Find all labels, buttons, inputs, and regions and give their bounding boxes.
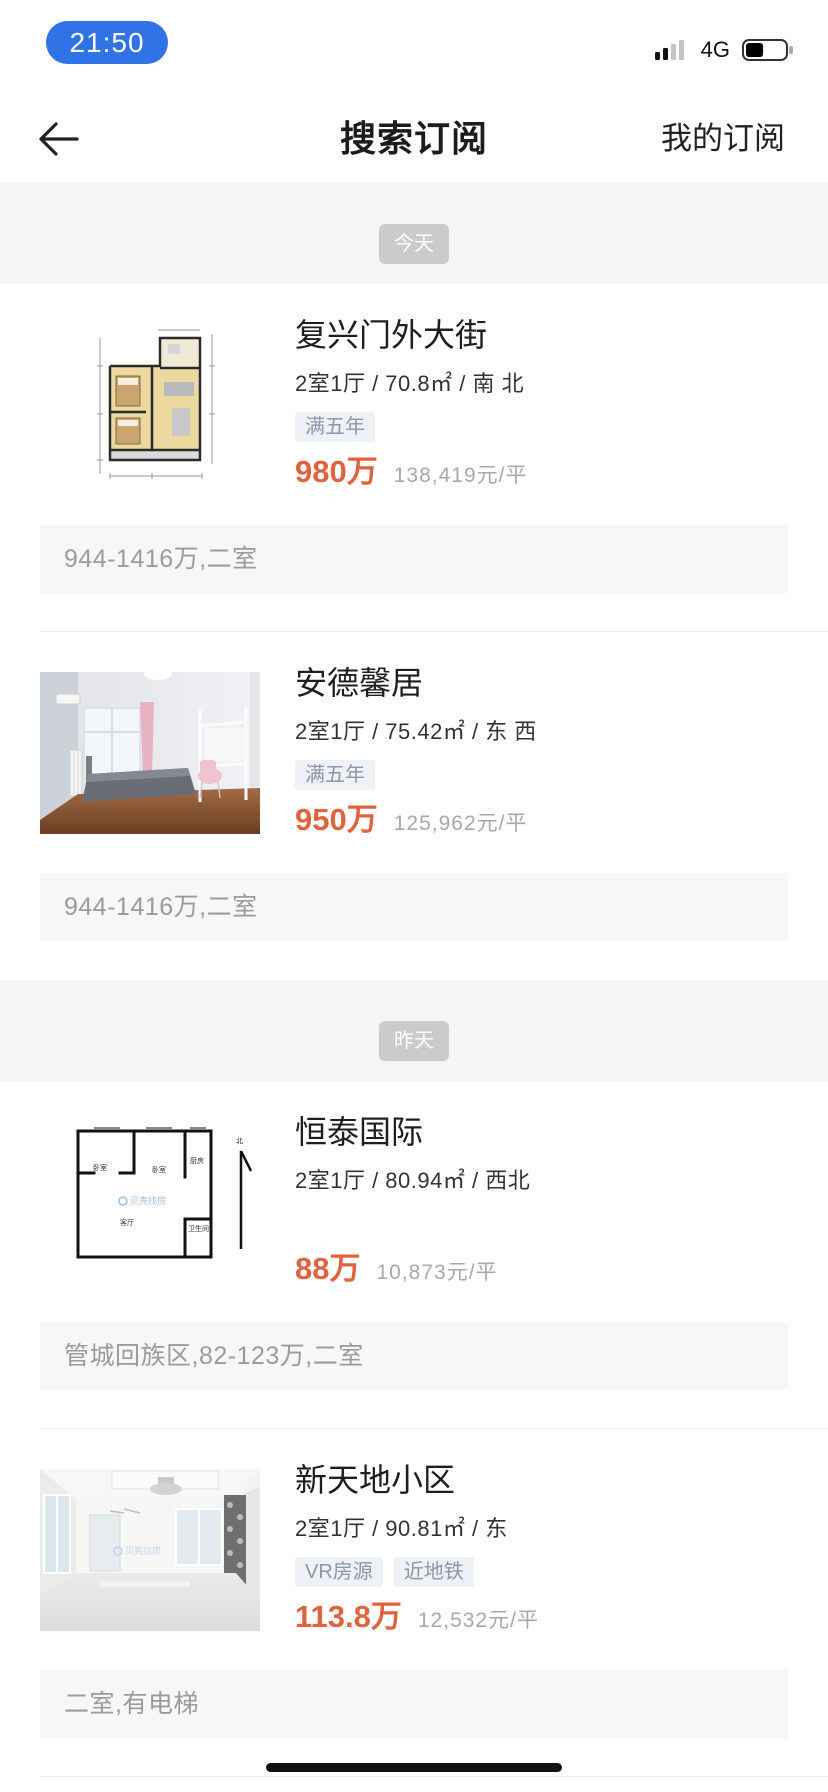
listing-unit-price: 138,419元/平 bbox=[393, 464, 528, 487]
listing-details: 2室1厅 / 80.94㎡ / 西北 bbox=[295, 1168, 531, 1193]
listing-unit-price: 10,873元/平 bbox=[376, 1261, 498, 1284]
listing-total-price: 88万 bbox=[295, 1251, 361, 1286]
date-section-header: 今天 bbox=[0, 183, 828, 284]
floor-plan-label: 卧室 bbox=[152, 1165, 166, 1174]
listing-thumbnail: 贝壳找房 bbox=[40, 1469, 260, 1631]
living-room-photo: 贝壳找房 bbox=[40, 1469, 260, 1631]
subscription-criteria: 944-1416万,二室 bbox=[40, 873, 788, 941]
floor-plan-label: 客厅 bbox=[120, 1218, 134, 1227]
date-section-header: 昨天 bbox=[0, 980, 828, 1081]
back-arrow-icon bbox=[36, 119, 84, 159]
listing-tag: 近地铁 bbox=[393, 1557, 474, 1587]
listing-details: 2室1厅 / 90.81㎡ / 东 bbox=[295, 1516, 508, 1541]
date-badge: 今天 bbox=[379, 224, 449, 264]
listing-tags: 满五年 bbox=[295, 760, 386, 790]
my-subscriptions-link[interactable]: 我的订阅 bbox=[661, 90, 785, 183]
listing-total-price: 980万 bbox=[295, 454, 378, 489]
listing-thumbnail bbox=[40, 324, 260, 486]
battery-icon bbox=[742, 39, 794, 61]
floor-plan-image bbox=[40, 324, 260, 486]
listing-tag: VR房源 bbox=[295, 1557, 383, 1587]
floor-plan-label: 卫生间 bbox=[188, 1224, 209, 1233]
signal-icon bbox=[654, 38, 687, 62]
listing-tag: 满五年 bbox=[295, 760, 375, 790]
watermark-text: 贝壳找房 bbox=[125, 1545, 161, 1557]
listing-card[interactable]: 复兴门外大街 2室1厅 / 70.8㎡ / 南 北 满五年 980万 138,4… bbox=[0, 284, 828, 632]
listing-thumbnail: 卧室 卧室 厨房 客厅 卫生间 北 贝壳找房 bbox=[40, 1121, 260, 1283]
listing-title: 安德馨居 bbox=[295, 665, 424, 701]
north-label: 北 bbox=[236, 1137, 243, 1145]
listing-details: 2室1厅 / 70.8㎡ / 南 北 bbox=[295, 371, 525, 396]
subscription-feed: 今天 复兴门外大街 2室1厅 / 70.8㎡ / 南 北 满五年 980万 13… bbox=[0, 183, 828, 1777]
listing-total-price: 113.8万 bbox=[295, 1599, 402, 1634]
network-label: 4G bbox=[700, 37, 730, 62]
listing-thumbnail bbox=[40, 672, 260, 834]
bedroom-photo bbox=[40, 672, 260, 834]
listing-tags: VR房源 近地铁 bbox=[295, 1557, 485, 1587]
floor-plan-label: 卧室 bbox=[93, 1163, 107, 1172]
listing-title: 复兴门外大街 bbox=[295, 317, 488, 353]
status-indicators: 4G bbox=[654, 37, 794, 63]
listing-card[interactable]: 卧室 卧室 厨房 客厅 卫生间 北 贝壳找房 恒泰国际 2室1厅 / 80.94… bbox=[0, 1081, 828, 1429]
price-row: 88万 10,873元/平 bbox=[295, 1251, 498, 1287]
listing-tag: 满五年 bbox=[295, 412, 375, 442]
price-row: 950万 125,962元/平 bbox=[295, 802, 527, 838]
subscription-criteria: 二室,有电梯 bbox=[40, 1670, 788, 1738]
floor-plan-image: 卧室 卧室 厨房 客厅 卫生间 北 贝壳找房 bbox=[40, 1121, 260, 1283]
subscription-criteria: 管城回族区,82-123万,二室 bbox=[40, 1322, 788, 1390]
price-row: 980万 138,419元/平 bbox=[295, 454, 527, 490]
status-time: 21:50 bbox=[69, 27, 145, 58]
page-title: 搜索订阅 bbox=[339, 118, 488, 159]
back-button[interactable] bbox=[36, 118, 84, 160]
listing-tags: 满五年 bbox=[295, 412, 386, 442]
listing-total-price: 950万 bbox=[295, 802, 378, 837]
nav-bar: 搜索订阅 我的订阅 bbox=[0, 90, 828, 183]
listing-card[interactable]: 安德馨居 2室1厅 / 75.42㎡ / 东 西 满五年 950万 125,96… bbox=[0, 632, 828, 980]
watermark-text: 贝壳找房 bbox=[130, 1195, 166, 1207]
listing-card[interactable]: 贝壳找房 新天地小区 2室1厅 / 90.81㎡ / 东 VR房源 近地铁 11… bbox=[0, 1429, 828, 1777]
screen: 21:50 4G 搜索订阅 我的订阅 今天 复兴门外大街 2室1厅 / 70.8… bbox=[0, 0, 828, 1792]
home-indicator bbox=[266, 1763, 562, 1772]
listing-unit-price: 12,532元/平 bbox=[417, 1609, 539, 1632]
status-bar: 21:50 4G bbox=[0, 0, 828, 90]
listing-details: 2室1厅 / 75.42㎡ / 东 西 bbox=[295, 719, 537, 744]
price-row: 113.8万 12,532元/平 bbox=[295, 1599, 539, 1635]
listing-unit-price: 125,962元/平 bbox=[393, 812, 528, 835]
floor-plan-label: 厨房 bbox=[190, 1156, 204, 1165]
time-pill: 21:50 bbox=[46, 21, 168, 64]
listing-title: 恒泰国际 bbox=[295, 1114, 424, 1150]
subscription-criteria: 944-1416万,二室 bbox=[40, 525, 788, 593]
listing-title: 新天地小区 bbox=[295, 1462, 456, 1498]
date-badge: 昨天 bbox=[379, 1021, 449, 1061]
